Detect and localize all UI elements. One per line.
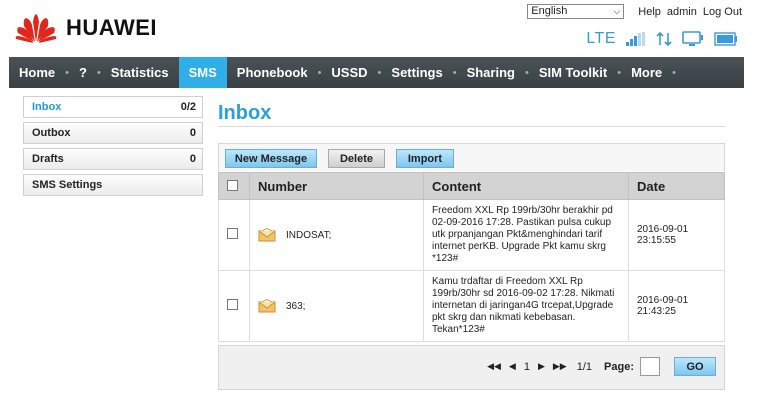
nav-help[interactable]: ? [69, 57, 97, 88]
network-type: LTE [586, 30, 616, 47]
data-transfer-icon [656, 31, 672, 47]
sms-sidebar: Inbox 0/2 Outbox 0 Drafts 0 SMS Settings [23, 96, 203, 200]
monitor-icon [682, 31, 703, 46]
nav-sharing[interactable]: Sharing [457, 57, 525, 88]
sidebar-item-sms-settings[interactable]: SMS Settings [23, 174, 203, 196]
language-select[interactable]: English ⌵ [527, 4, 625, 19]
next-page-icon[interactable]: ▶ [538, 361, 545, 372]
pagination-bar: ◀◀ ◀ 1 ▶ ▶▶ 1/1 Page: GO [218, 345, 725, 390]
sidebar-item-drafts[interactable]: Drafts 0 [23, 148, 203, 170]
help-link[interactable]: Help [638, 6, 661, 18]
page-title: Inbox [218, 102, 272, 124]
nav-phonebook[interactable]: Phonebook [227, 57, 318, 88]
nav-settings[interactable]: Settings [381, 57, 452, 88]
prev-page-icon[interactable]: ◀ [509, 361, 516, 372]
last-page-icon[interactable]: ▶▶ [553, 361, 567, 372]
chevron-down-icon: ⌵ [613, 6, 621, 16]
huawei-logo: HUAWEI [14, 12, 157, 44]
sidebar-item-outbox[interactable]: Outbox 0 [23, 122, 203, 144]
first-page-icon[interactable]: ◀◀ [487, 361, 501, 372]
sidebar-item-count: 0 [189, 153, 196, 165]
current-page: 1 [523, 360, 530, 373]
sidebar-item-count: 0/2 [180, 101, 196, 113]
envelope-icon [258, 299, 276, 313]
select-all-cell [218, 172, 250, 200]
sender-number: 363; [286, 300, 306, 312]
table-header: Number Content Date [218, 172, 725, 200]
sender-number: INDOSAT; [286, 229, 332, 241]
column-number: Number [249, 172, 424, 200]
message-content: Kamu trdaftar di Freedom XXL Rp 199rb/30… [423, 270, 629, 342]
message-table: Number Content Date INDOSAT; Freedom XXL… [218, 172, 725, 342]
table-row[interactable]: INDOSAT; Freedom XXL Rp 199rb/30hr berak… [218, 199, 725, 271]
nav-more[interactable]: More [621, 57, 672, 88]
top-links: English ⌵ Help admin Log Out [527, 4, 742, 19]
row-checkbox[interactable] [227, 299, 238, 310]
sidebar-item-label: Outbox [32, 127, 71, 139]
status-bar: LTE [586, 30, 738, 48]
title-divider [218, 126, 725, 127]
number-cell: INDOSAT; [249, 199, 424, 271]
brand-name: HUAWEI [66, 15, 157, 40]
sidebar-item-label: SMS Settings [32, 179, 103, 191]
column-date: Date [628, 172, 725, 200]
column-content: Content [423, 172, 629, 200]
number-cell: 363; [249, 270, 424, 342]
sidebar-item-label: Drafts [32, 153, 64, 165]
main-nav: Home • ? • Statistics SMS Phonebook • US… [9, 57, 744, 88]
pagination-controls: ◀◀ ◀ 1 ▶ ▶▶ 1/1 Page: GO [483, 357, 716, 376]
delete-button[interactable]: Delete [328, 149, 385, 168]
logout-link[interactable]: Log Out [703, 6, 742, 18]
page-number-input[interactable] [640, 357, 660, 376]
sms-toolbar: New Message Delete Import [218, 143, 725, 171]
import-button[interactable]: Import [396, 149, 454, 168]
nav-ussd[interactable]: USSD [321, 57, 377, 88]
language-value: English [531, 5, 568, 17]
message-date: 2016-09-01 21:43:25 [628, 270, 725, 342]
user-name: admin [666, 5, 697, 18]
row-checkbox[interactable] [227, 228, 238, 239]
sidebar-item-label: Inbox [32, 101, 62, 113]
nav-statistics[interactable]: Statistics [101, 57, 179, 88]
go-button[interactable]: GO [674, 357, 716, 376]
nav-separator: • [672, 66, 676, 79]
huawei-petals-icon [15, 14, 57, 43]
battery-icon [714, 32, 737, 46]
select-all-checkbox[interactable] [227, 179, 238, 191]
nav-sms[interactable]: SMS [178, 57, 227, 88]
message-date: 2016-09-01 23:15:55 [628, 199, 725, 271]
envelope-icon [258, 228, 276, 242]
sidebar-item-inbox[interactable]: Inbox 0/2 [23, 96, 203, 118]
row-select-cell [218, 270, 250, 342]
sidebar-item-count: 0 [189, 127, 196, 139]
table-row[interactable]: 363; Kamu trdaftar di Freedom XXL Rp 199… [218, 270, 725, 342]
page-range: 1/1 [576, 360, 593, 373]
page-label: Page: [604, 360, 634, 373]
signal-strength-icon [626, 32, 645, 46]
message-content: Freedom XXL Rp 199rb/30hr berakhir pd 02… [423, 199, 629, 271]
nav-sim-toolkit[interactable]: SIM Toolkit [529, 57, 617, 88]
new-message-button[interactable]: New Message [225, 149, 317, 168]
nav-home[interactable]: Home [9, 57, 65, 88]
row-select-cell [218, 199, 250, 271]
